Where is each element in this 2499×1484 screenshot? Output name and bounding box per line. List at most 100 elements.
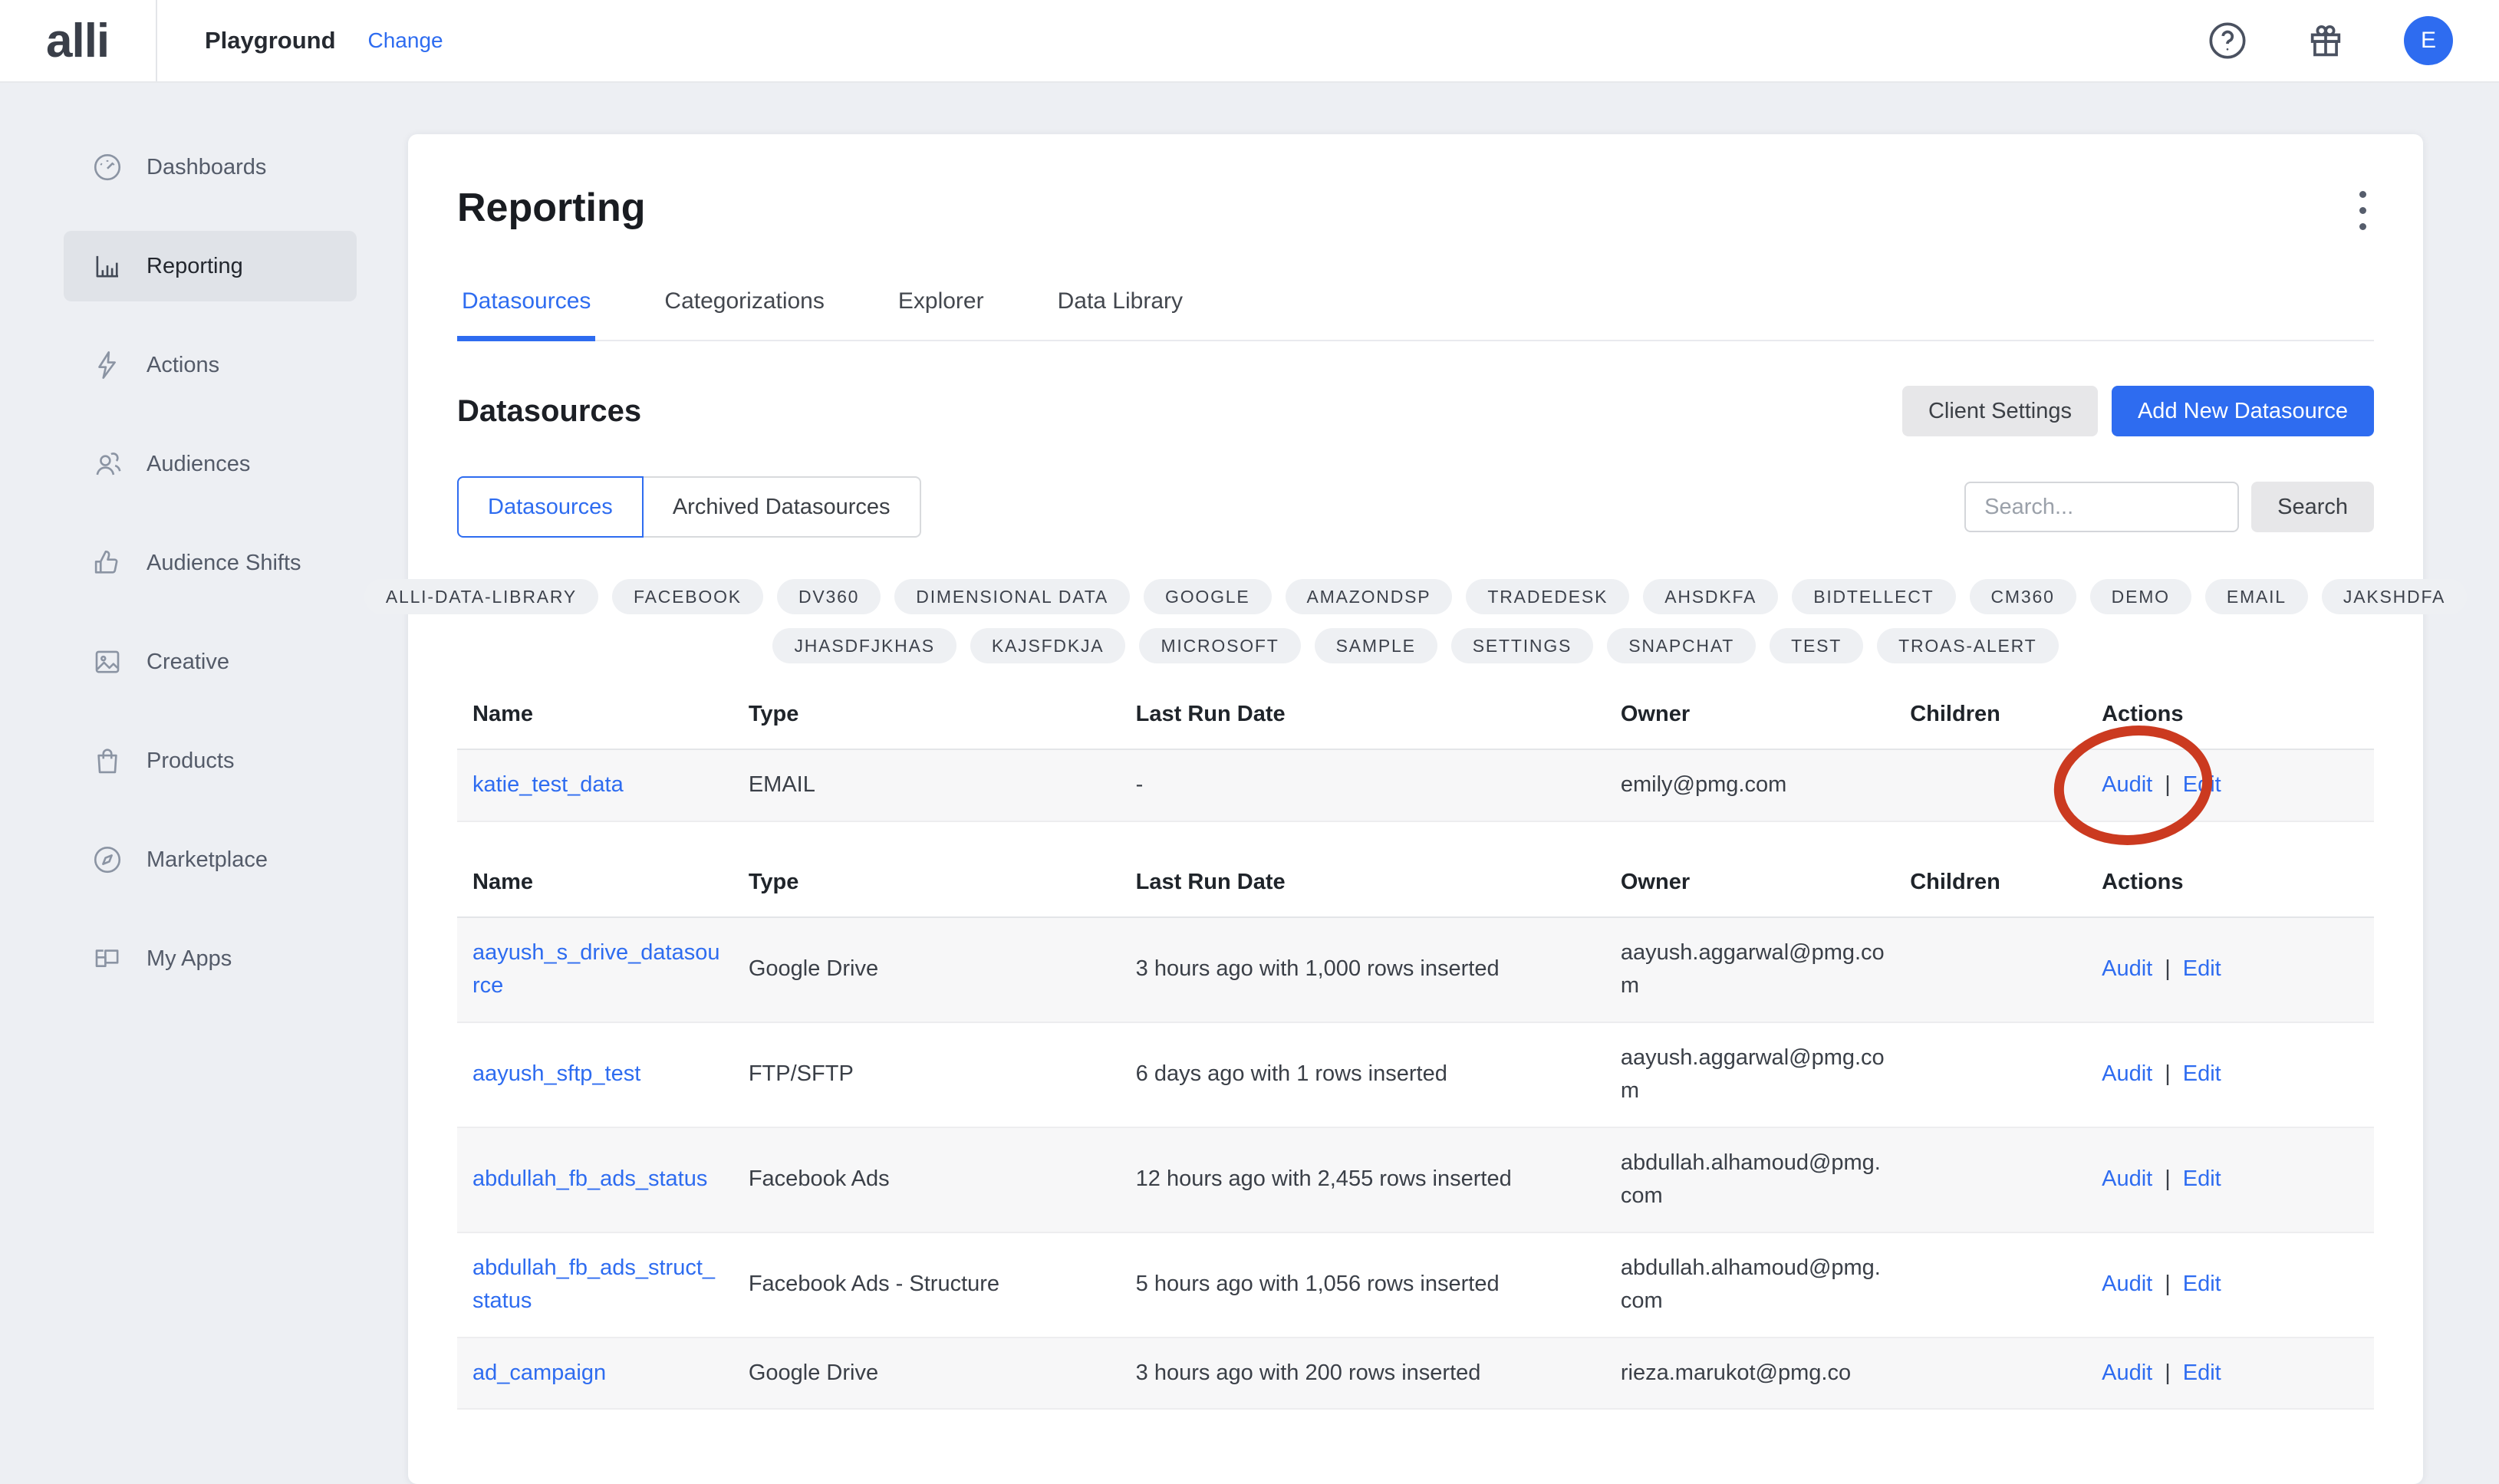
toggle-archived-datasources[interactable]: Archived Datasources <box>642 476 921 538</box>
action-separator: | <box>2165 1061 2171 1086</box>
filter-chip-test[interactable]: TEST <box>1770 628 1863 663</box>
owner-value: abdullah.alhamoud@pmg.com <box>1621 1127 1910 1232</box>
audit-link[interactable]: Audit <box>2102 1272 2152 1296</box>
column-header-type: Type <box>749 848 1136 917</box>
filter-chip-dv360[interactable]: DV360 <box>777 579 881 614</box>
sidebar-item-label: Products <box>147 749 234 774</box>
actions-cell: Audit|Edit <box>2102 749 2374 821</box>
sidebar-item-dashboards[interactable]: Dashboards <box>64 132 357 202</box>
table-row: katie_test_dataEMAIL-emily@pmg.comAudit|… <box>457 749 2374 821</box>
filter-chip-cm360[interactable]: CM360 <box>1970 579 2076 614</box>
filter-chip-demo[interactable]: DEMO <box>2090 579 2191 614</box>
tab-datasources[interactable]: Datasources <box>457 288 595 341</box>
datasource-name-link[interactable]: aayush_s_drive_datasource <box>472 940 719 999</box>
datasource-view-toggle: DatasourcesArchived Datasources <box>457 476 921 538</box>
user-avatar[interactable]: E <box>2404 16 2453 65</box>
children-value <box>1910 917 2102 1022</box>
sidebar-item-audience-shifts[interactable]: Audience Shifts <box>64 528 357 598</box>
edit-link[interactable]: Edit <box>2183 1061 2221 1086</box>
sidebar-item-actions[interactable]: Actions <box>64 330 357 400</box>
filter-chip-amazondsp[interactable]: AMAZONDSP <box>1286 579 1453 614</box>
edit-link[interactable]: Edit <box>2183 1272 2221 1296</box>
edit-link[interactable]: Edit <box>2183 1361 2221 1385</box>
edit-link[interactable]: Edit <box>2183 1166 2221 1191</box>
filter-chip-bidtellect[interactable]: BIDTELLECT <box>1792 579 1955 614</box>
table-row: aayush_sftp_testFTP/SFTP6 days ago with … <box>457 1022 2374 1127</box>
audit-link[interactable]: Audit <box>2102 956 2152 981</box>
filter-chip-email[interactable]: EMAIL <box>2205 579 2308 614</box>
search-button[interactable]: Search <box>2251 482 2374 532</box>
datasource-name-link[interactable]: abdullah_fb_ads_status <box>472 1166 707 1191</box>
filter-chip-alli-data-library[interactable]: ALLI-DATA-LIBRARY <box>364 579 598 614</box>
help-icon[interactable] <box>2208 21 2247 61</box>
filter-chip-troas-alert[interactable]: TROAS-ALERT <box>1877 628 2058 663</box>
sidebar-item-label: Audience Shifts <box>147 551 301 576</box>
audit-link[interactable]: Audit <box>2102 1361 2152 1385</box>
filter-chip-dimensional-data[interactable]: DIMENSIONAL DATA <box>894 579 1130 614</box>
children-value <box>1910 1022 2102 1127</box>
sidebar-item-marketplace[interactable]: Marketplace <box>64 824 357 895</box>
audit-link[interactable]: Audit <box>2102 1061 2152 1086</box>
column-header-owner: Owner <box>1621 680 1910 749</box>
logo-container: alli <box>0 0 157 81</box>
type-value: Google Drive <box>749 917 1136 1022</box>
filter-chip-ahsdkfa[interactable]: AHSDKFA <box>1643 579 1778 614</box>
gift-icon[interactable] <box>2306 21 2346 61</box>
actions-cell: Audit | Edit <box>2102 1022 2374 1127</box>
edit-link[interactable]: Edit <box>2183 772 2221 797</box>
actions-cell: Audit|Edit <box>2102 917 2374 1022</box>
sidebar-item-label: Dashboards <box>147 155 266 180</box>
owner-value: aayush.aggarwal@pmg.com <box>1621 1022 1910 1127</box>
client-settings-button[interactable]: Client Settings <box>1902 386 2098 436</box>
audit-link[interactable]: Audit <box>2102 1166 2152 1191</box>
datasource-name-link[interactable]: ad_campaign <box>472 1361 606 1385</box>
sidebar-item-label: Audiences <box>147 452 250 477</box>
datasource-name-link[interactable]: katie_test_data <box>472 772 624 797</box>
datasource-name-link[interactable]: aayush_sftp_test <box>472 1061 640 1086</box>
add-new-datasource-button[interactable]: Add New Datasource <box>2112 386 2374 436</box>
sidebar-item-products[interactable]: Products <box>64 726 357 796</box>
filter-chip-jakshdfa[interactable]: JAKSHDFA <box>2322 579 2467 614</box>
filter-chip-kajsfdkja[interactable]: KAJSFDKJA <box>970 628 1126 663</box>
workspace-name: Playground <box>205 27 336 54</box>
filter-chip-sample[interactable]: SAMPLE <box>1315 628 1437 663</box>
last-run-value: 5 hours ago with 1,056 rows inserted <box>1136 1232 1621 1338</box>
tab-categorizations[interactable]: Categorizations <box>660 288 828 341</box>
column-header-last-run-date: Last Run Date <box>1136 680 1621 749</box>
sidebar-item-reporting[interactable]: Reporting <box>64 231 357 301</box>
sidebar-item-creative[interactable]: Creative <box>64 627 357 697</box>
audit-link[interactable]: Audit <box>2102 772 2152 797</box>
last-run-value: 12 hours ago with 2,455 rows inserted <box>1136 1127 1621 1232</box>
search-input[interactable] <box>1964 482 2239 532</box>
datasource-name-link[interactable]: abdullah_fb_ads_struct_status <box>472 1255 715 1314</box>
sidebar-item-label: Reporting <box>147 254 243 279</box>
change-workspace-link[interactable]: Change <box>368 28 443 53</box>
filter-chip-settings[interactable]: SETTINGS <box>1451 628 1593 663</box>
more-options-kebab-icon[interactable] <box>2352 174 2374 247</box>
edit-link[interactable]: Edit <box>2183 956 2221 981</box>
sidebar-item-label: Creative <box>147 650 229 675</box>
sidebar-item-label: Marketplace <box>147 847 268 873</box>
last-run-value: 3 hours ago with 1,000 rows inserted <box>1136 917 1621 1022</box>
app-logo[interactable]: alli <box>0 14 109 68</box>
filter-chip-microsoft[interactable]: MICROSOFT <box>1139 628 1300 663</box>
table-row: abdullah_fb_ads_struct_statusFacebook Ad… <box>457 1232 2374 1338</box>
filter-chip-tradedesk[interactable]: TRADEDESK <box>1466 579 1629 614</box>
children-value <box>1910 1127 2102 1232</box>
tab-explorer[interactable]: Explorer <box>894 288 989 341</box>
column-header-name: Name <box>457 680 749 749</box>
sidebar-item-audiences[interactable]: Audiences <box>64 429 357 499</box>
section-title: Datasources <box>457 394 641 429</box>
sidebar-item-label: Actions <box>147 353 219 378</box>
sidebar-item-my-apps[interactable]: My Apps <box>64 923 357 994</box>
table-row: aayush_s_drive_datasource Google Drive3 h… <box>457 917 2374 1022</box>
dashboard-gauge-icon <box>91 151 123 183</box>
featured-datasource-table: NameTypeLast Run DateOwnerChildrenAction… <box>457 680 2374 822</box>
filter-chip-google[interactable]: GOOGLE <box>1144 579 1272 614</box>
type-value: Google Drive <box>749 1338 1136 1410</box>
filter-chip-jhasdfjkhas[interactable]: JHASDFJKHAS <box>772 628 956 663</box>
filter-chip-snapchat[interactable]: SNAPCHAT <box>1607 628 1756 663</box>
filter-chip-facebook[interactable]: FACEBOOK <box>612 579 763 614</box>
tab-data-library[interactable]: Data Library <box>1053 288 1187 341</box>
toggle-datasources[interactable]: Datasources <box>457 476 644 538</box>
